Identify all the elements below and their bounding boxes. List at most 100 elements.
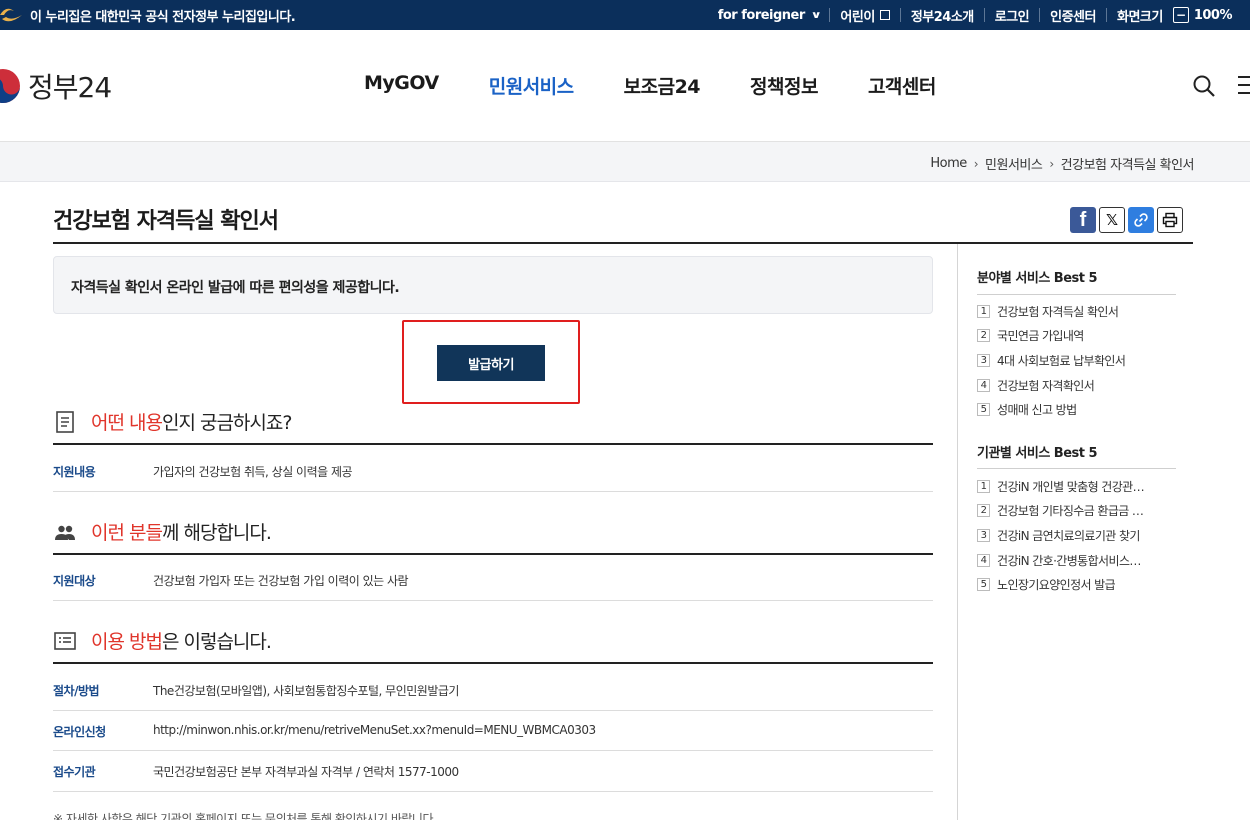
- sidebar-rule: [977, 468, 1176, 469]
- for-foreigner-link[interactable]: for foreigner ∨: [708, 7, 830, 23]
- row-key: 온라인신청: [53, 725, 106, 739]
- main-nav: MyGOV 민원서비스 보조금24 정책정보 고객센터: [364, 72, 986, 99]
- breadcrumb-home[interactable]: Home: [930, 156, 967, 171]
- list-item[interactable]: 1 건강iN 개인별 맞춤형 건강관…: [977, 474, 1177, 499]
- list-item[interactable]: 4 건강보험 자격확인서: [977, 373, 1177, 398]
- nav-customer-center[interactable]: 고객센터: [868, 72, 936, 99]
- site-logo[interactable]: 정부24: [0, 66, 112, 106]
- minus-icon[interactable]: −: [1172, 7, 1189, 23]
- login-link[interactable]: 로그인: [983, 8, 1039, 25]
- rank-badge: 1: [977, 304, 990, 318]
- rank-badge: 2: [977, 504, 990, 518]
- x-icon[interactable]: 𝕏: [1099, 207, 1125, 233]
- nav-mygov[interactable]: MyGOV: [364, 72, 439, 99]
- row-key: 절차/방법: [53, 684, 100, 698]
- rank-badge: 4: [977, 378, 990, 392]
- field-best-title: 분야별 서비스 Best 5: [977, 271, 1098, 286]
- screen-size-control: 화면크기: [1105, 8, 1173, 25]
- section-who-header: 이런 분들께 해당합니다.: [53, 516, 933, 552]
- share-tools: f 𝕏: [1070, 207, 1186, 233]
- title-divider: [53, 242, 1193, 244]
- link-icon[interactable]: [1128, 207, 1154, 233]
- row-key: 지원내용: [53, 465, 96, 479]
- rank-badge: 1: [977, 479, 990, 493]
- table-row: 온라인신청 http://minwon.nhis.or.kr/menu/retr…: [53, 711, 933, 751]
- kids-link[interactable]: 어린이: [829, 8, 899, 25]
- agency-best-list: 1 건강iN 개인별 맞춤형 건강관… 2 건강보험 기타징수금 환급금 … 3 건강…: [977, 474, 1177, 597]
- row-value: The건강보험(모바일앱), 사회보험통합징수포털, 무인민원발급기: [153, 684, 459, 698]
- gov-banner: 이 누리집은 대한민국 공식 전자정부 누리집입니다. for foreigne…: [0, 0, 1250, 30]
- field-best-list: 1 건강보험 자격득실 확인서 2 국민연금 가입내역 3 4대 사회보험료 납부확인…: [977, 299, 1177, 422]
- row-value: 건강보험 가입자 또는 건강보험 가입 이력이 있는 사람: [153, 574, 409, 588]
- table-row: 지원대상 건강보험 가입자 또는 건강보험 가입 이력이 있는 사람: [53, 555, 933, 601]
- breadcrumb-civil-service[interactable]: 민원서비스: [985, 154, 1043, 173]
- service-summary: 자격득실 확인서 온라인 발급에 따른 편의성을 제공합니다.: [53, 256, 933, 314]
- table-row: 절차/방법 The건강보험(모바일앱), 사회보험통합징수포털, 무인민원발급기: [53, 664, 933, 711]
- list-item[interactable]: 2 건강보험 기타징수금 환급금 …: [977, 499, 1177, 524]
- page-title: 건강보험 자격득실 확인서: [53, 209, 279, 234]
- document-icon: [56, 411, 74, 433]
- hamburger-menu-icon[interactable]: [1238, 76, 1250, 96]
- official-site-notice: 이 누리집은 대한민국 공식 전자정부 누리집입니다.: [30, 10, 296, 25]
- for-foreigner-label: for foreigner: [717, 7, 806, 23]
- section-who-title: 이런 분들께 해당합니다.: [91, 522, 272, 544]
- list-item[interactable]: 5 성매매 신고 방법: [977, 397, 1177, 422]
- list-item[interactable]: 3 4대 사회보험료 납부확인서: [977, 348, 1177, 373]
- kids-label: 어린이: [840, 9, 875, 25]
- list-item[interactable]: 3 건강iN 금연치료의료기관 찾기: [977, 523, 1177, 548]
- nav-policy-info[interactable]: 정책정보: [750, 72, 818, 99]
- chevron-right-icon: ›: [1049, 156, 1054, 171]
- rank-badge: 3: [977, 353, 990, 367]
- zoom-level: 100%: [1193, 7, 1233, 23]
- breadcrumb-bar: Home › 민원서비스 › 건강보험 자격득실 확인서: [0, 142, 1250, 182]
- table-row: 지원내용 가입자의 건강보험 취득, 상실 이력을 제공: [53, 445, 933, 492]
- print-icon[interactable]: [1157, 207, 1183, 233]
- taegeuk-emblem-icon: [0, 67, 22, 105]
- breadcrumb: Home › 민원서비스 › 건강보험 자격득실 확인서: [930, 154, 1194, 173]
- list-item[interactable]: 1 건강보험 자격득실 확인서: [977, 299, 1177, 324]
- government-emblem-icon: [0, 8, 22, 22]
- row-value: 국민건강보험공단 본부 자격부과실 자격부 / 연락처 1577-1000: [153, 765, 459, 779]
- certificate-center-link[interactable]: 인증센터: [1039, 8, 1106, 25]
- list-item[interactable]: 5 노인장기요양인정서 발급: [977, 572, 1177, 597]
- breadcrumb-current: 건강보험 자격득실 확인서: [1060, 158, 1195, 173]
- section-what-title: 어떤 내용인지 궁금하시죠?: [91, 412, 292, 434]
- certificate-center-label: 인증센터: [1050, 9, 1096, 25]
- list-icon: [54, 632, 76, 650]
- screen-size-label: 화면크기: [1116, 9, 1163, 25]
- about-label: 정부24소개: [910, 9, 974, 25]
- login-label: 로그인: [994, 9, 1030, 25]
- chevron-right-icon: ›: [973, 156, 979, 171]
- list-item[interactable]: 4 건강iN 간호·간병통합서비스…: [977, 548, 1177, 573]
- facebook-icon[interactable]: f: [1070, 207, 1096, 233]
- rank-badge: 3: [977, 528, 990, 542]
- summary-text: 자격득실 확인서 온라인 발급에 따른 편의성을 제공합니다.: [71, 280, 400, 296]
- about-link[interactable]: 정부24소개: [899, 8, 984, 25]
- site-header: 정부24 MyGOV 민원서비스 보조금24 정책정보 고객센터: [0, 30, 1250, 142]
- logo-text: 정부24: [28, 71, 112, 104]
- external-link-icon: [879, 10, 890, 20]
- nav-subsidy24[interactable]: 보조금24: [624, 72, 701, 99]
- table-row: 접수기관 국민건강보험공단 본부 자격부과실 자격부 / 연락처 1577-10…: [53, 751, 933, 792]
- online-application-link[interactable]: http://minwon.nhis.or.kr/menu/retriveMen…: [153, 723, 596, 737]
- agency-best-title: 기관별 서비스 Best 5: [977, 446, 1098, 461]
- list-item[interactable]: 2 국민연금 가입내역: [977, 324, 1177, 349]
- rank-badge: 4: [977, 553, 990, 567]
- zoom-control: − 100%: [1172, 7, 1242, 23]
- utility-links: for foreigner ∨ 어린이 정부24소개 로그인 인증센터 화면크기…: [708, 0, 1242, 30]
- row-key: 지원대상: [53, 574, 96, 588]
- footnote: ※ 자세한 사항은 해당 기관의 홈페이지 또는 문의처를 통해 확인하시기 바…: [53, 812, 437, 820]
- chevron-down-icon: ∨: [810, 9, 821, 21]
- row-value: 가입자의 건강보험 취득, 상실 이력을 제공: [153, 465, 353, 479]
- sidebar-divider: [957, 244, 958, 820]
- issue-button[interactable]: 발급하기: [437, 345, 545, 381]
- section-how-title: 이용 방법은 이렇습니다.: [91, 631, 272, 653]
- nav-civil-service[interactable]: 민원서비스: [489, 72, 574, 99]
- rank-badge: 2: [977, 329, 990, 343]
- search-icon[interactable]: [1192, 74, 1216, 98]
- rank-badge: 5: [977, 403, 990, 417]
- row-key: 접수기관: [53, 765, 96, 779]
- sidebar-rule: [977, 294, 1176, 295]
- section-how-header: 이용 방법은 이렇습니다.: [53, 625, 933, 661]
- people-icon: [55, 525, 75, 540]
